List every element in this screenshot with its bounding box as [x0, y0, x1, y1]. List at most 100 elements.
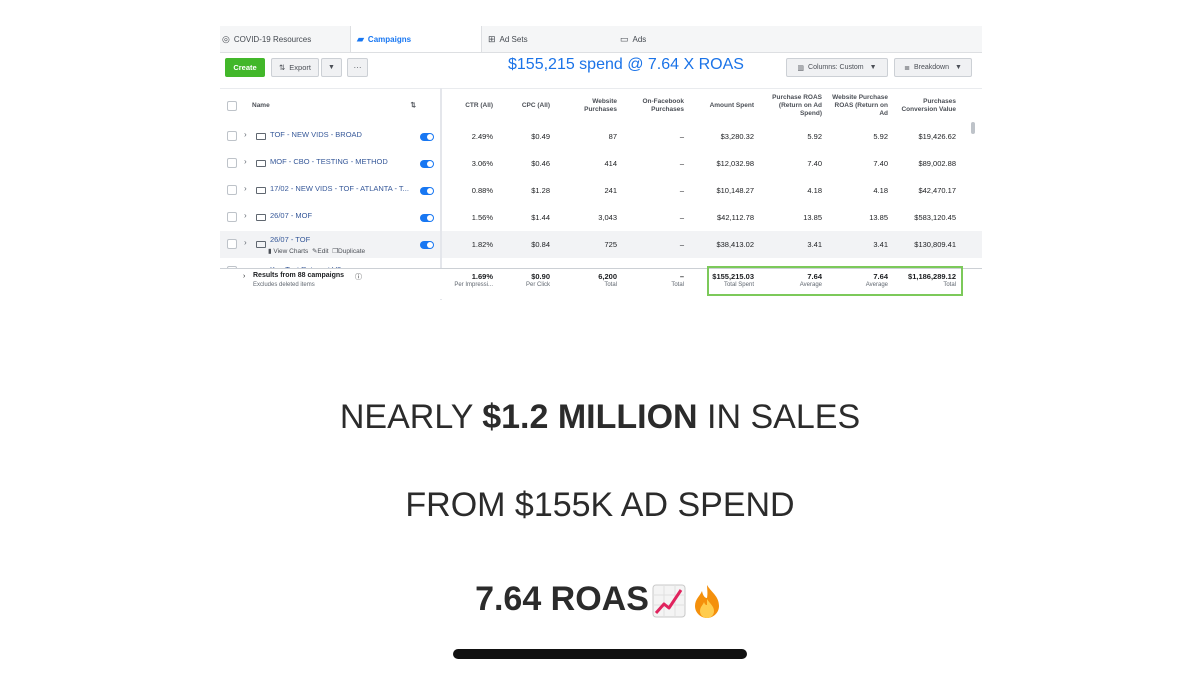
row-checkbox[interactable]: [227, 239, 237, 249]
chevron-right-icon[interactable]: ›: [244, 184, 247, 193]
col-website-purchase-roas[interactable]: Website Purchase ROAS (Return on Ad: [828, 89, 888, 123]
tab-campaigns[interactable]: ▰ Campaigns: [350, 26, 482, 52]
col-ctr[interactable]: CTR (All): [445, 89, 493, 123]
caret-down-icon: ▼: [869, 64, 877, 71]
cell-conversion-value: $89,002.88: [918, 159, 956, 168]
table-row[interactable]: › 26/07 - TOF 1.82% $0.84 725 – $38,413.02 3.41…: [220, 231, 982, 259]
cell-purchase-roas: 13.85: [803, 213, 822, 222]
campaign-toggle[interactable]: [420, 160, 434, 168]
footer-cpc: $0.90 Per Click: [525, 272, 550, 288]
col-name[interactable]: Name: [252, 89, 312, 123]
cell-onfacebook-purchases: –: [679, 132, 684, 141]
cell-conversion-value: $19,426.62: [918, 132, 956, 141]
row-checkbox[interactable]: [227, 158, 237, 168]
folder-icon: [256, 160, 266, 167]
chevron-right-icon[interactable]: ›: [244, 157, 247, 166]
caption-line-3: 7.64 ROAS: [0, 580, 1200, 619]
table-row[interactable]: › MOF - CBO - TESTING - METHOD 3.06% $0.46 4…: [220, 150, 982, 178]
table-row[interactable]: › 26/07 - MOF 1.56% $1.44 3,043 – $42,112.78 13…: [220, 204, 982, 232]
tab-covid-resources[interactable]: ◎ COVID-19 Resources: [222, 26, 350, 52]
sort-icon[interactable]: ⇅: [404, 89, 416, 123]
spend-roas-headline: $155,215 spend @ 7.64 X ROAS: [508, 56, 744, 73]
info-icon[interactable]: ⓘ: [355, 272, 362, 282]
edit-link[interactable]: ✎Edit: [312, 248, 329, 255]
home-indicator[interactable]: [453, 649, 747, 659]
cell-website-roas: 4.18: [873, 186, 888, 195]
folder-icon: [256, 133, 266, 140]
campaign-name-link[interactable]: 26/07 - TOF: [270, 231, 310, 247]
col-cpc[interactable]: CPC (All): [500, 89, 550, 123]
cell-amount-spent: $38,413.02: [716, 240, 754, 249]
folder-icon: ▰: [357, 33, 364, 44]
covid-icon: ◎: [222, 33, 230, 44]
select-all-checkbox[interactable]: [227, 101, 237, 111]
caption-line-1: NEARLY $1.2 MILLION IN SALES: [339, 398, 861, 436]
breakdown-button[interactable]: ≣ Breakdown ▼: [894, 58, 972, 77]
cell-purchase-roas: 4.18: [807, 186, 822, 195]
campaign-toggle[interactable]: [420, 133, 434, 141]
col-onfacebook-purchases[interactable]: On-Facebook Purchases: [630, 89, 684, 123]
campaign-name-link[interactable]: 26/07 - MOF: [270, 204, 312, 226]
grid-icon: ⊞: [488, 33, 496, 44]
ads-manager-screenshot: ◎ COVID-19 Resources ▰ Campaigns ⊞ Ad Se…: [220, 26, 982, 300]
caption-highlight: $1.2 MILLION: [482, 398, 698, 436]
cell-cpc: $0.84: [531, 240, 550, 249]
duplicate-link[interactable]: ❐Duplicate: [332, 248, 365, 255]
columns-button[interactable]: ▥ Columns: Custom ▼: [786, 58, 888, 77]
tab-ads[interactable]: ▭ Ads: [620, 26, 740, 52]
cell-website-purchases: 3,043: [598, 213, 617, 222]
view-charts-link[interactable]: ▮ View Charts: [268, 248, 308, 255]
footer-ctr: 1.69% Per Impressi...: [454, 272, 493, 288]
row-checkbox[interactable]: [227, 131, 237, 141]
chevron-right-icon[interactable]: ›: [243, 273, 245, 280]
cell-website-roas: 13.85: [869, 213, 888, 222]
toolbar: Create ⇅ Export ▼ ··· $155,215 spend @ 7…: [220, 54, 982, 84]
cell-conversion-value: $42,470.17: [918, 186, 956, 195]
col-conversion-value[interactable]: Purchases Conversion Value: [896, 89, 956, 123]
col-amount-spent[interactable]: Amount Spent: [694, 89, 754, 123]
cell-onfacebook-purchases: –: [679, 240, 684, 249]
cell-onfacebook-purchases: –: [679, 213, 684, 222]
cell-purchase-roas: 7.40: [807, 159, 822, 168]
campaign-name-link[interactable]: TOF - NEW VIDS - BROAD: [270, 123, 362, 145]
folder-icon: [256, 214, 266, 221]
col-website-purchases[interactable]: Website Purchases: [565, 89, 617, 123]
export-button[interactable]: ⇅ Export: [271, 58, 319, 77]
chevron-right-icon[interactable]: ›: [244, 130, 247, 139]
row-checkbox[interactable]: [227, 212, 237, 222]
fire-icon: [694, 585, 719, 619]
table-row[interactable]: › TOF - NEW VIDS - BROAD 2.49% $0.49 87 – $3,2…: [220, 123, 982, 151]
cell-website-roas: 5.92: [873, 132, 888, 141]
cell-onfacebook-purchases: –: [679, 186, 684, 195]
table-row[interactable]: › 17/02 - NEW VIDS - TOF - ATLANTA - T...…: [220, 177, 982, 205]
cell-ctr: 1.82%: [471, 240, 493, 249]
campaign-toggle[interactable]: [420, 187, 434, 195]
tab-ad-sets[interactable]: ⊞ Ad Sets: [488, 26, 608, 52]
footer-onfacebook-purchases: – Total: [671, 272, 684, 288]
export-dropdown-button[interactable]: ▼: [321, 58, 342, 77]
create-button[interactable]: Create: [225, 58, 265, 77]
vertical-scrollbar[interactable]: [971, 122, 975, 134]
folder-icon: [256, 241, 266, 248]
cell-website-roas: 3.41: [873, 240, 888, 249]
campaign-name-link[interactable]: MOF - CBO - TESTING - METHOD: [270, 150, 388, 172]
caret-down-icon: ▼: [954, 64, 962, 71]
col-purchase-roas[interactable]: Purchase ROAS (Return on Ad Spend): [760, 89, 822, 123]
cell-ctr: 2.49%: [471, 132, 493, 141]
export-icon: ⇅: [279, 63, 286, 72]
cell-website-purchases: 414: [604, 159, 617, 168]
row-checkbox[interactable]: [227, 185, 237, 195]
cell-cpc: $0.49: [531, 132, 550, 141]
chevron-right-icon[interactable]: ›: [244, 211, 247, 220]
more-button[interactable]: ···: [347, 58, 368, 77]
chevron-right-icon[interactable]: ›: [244, 238, 247, 247]
footer-website-purchases: 6,200 Total: [598, 272, 617, 288]
ad-icon: ▭: [620, 33, 629, 44]
campaign-toggle[interactable]: [420, 241, 434, 249]
cell-cpc: $0.46: [531, 159, 550, 168]
cell-website-purchases: 87: [608, 132, 617, 141]
campaign-name-link[interactable]: 17/02 - NEW VIDS - TOF - ATLANTA - T...: [270, 177, 409, 199]
cell-onfacebook-purchases: –: [679, 159, 684, 168]
campaign-toggle[interactable]: [420, 214, 434, 222]
excludes-note: Excludes deleted items: [253, 282, 315, 288]
